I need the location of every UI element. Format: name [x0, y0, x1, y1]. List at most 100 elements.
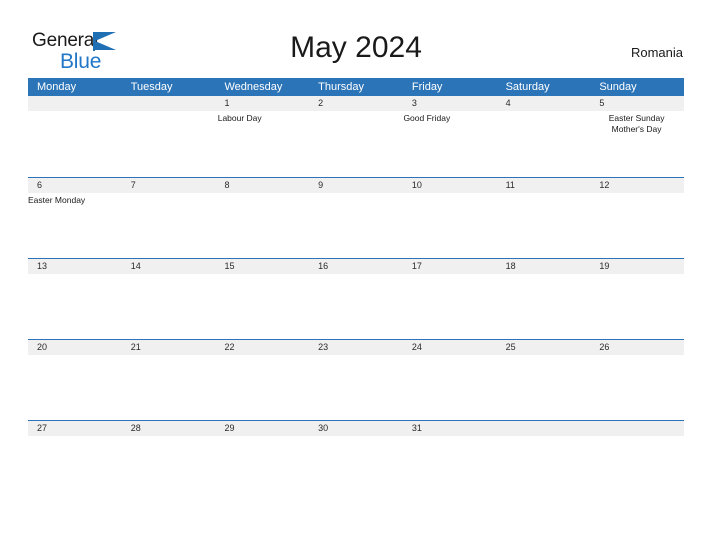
- day-number-20[interactable]: 20: [28, 340, 122, 355]
- day-number-10[interactable]: 10: [403, 178, 497, 193]
- day-number-2[interactable]: 2: [309, 96, 403, 111]
- day-events-25: [497, 355, 591, 419]
- calendar-week-row: 20 21 22 23 24 25 26: [28, 339, 684, 420]
- day-events-6: Easter Monday: [28, 193, 118, 257]
- day-number-23[interactable]: 23: [309, 340, 403, 355]
- day-events-9: [307, 193, 401, 257]
- day-events-27: [28, 436, 122, 500]
- day-events-28: [122, 436, 216, 500]
- day-number-24[interactable]: 24: [403, 340, 497, 355]
- day-events-3: Good Friday: [403, 111, 494, 175]
- day-number-12[interactable]: 12: [590, 178, 684, 193]
- day-number-9[interactable]: 9: [309, 178, 403, 193]
- weekday-header-saturday: Saturday: [505, 81, 550, 93]
- calendar-week-row: 1 2 3 4 5 Labour Day Good Friday Easter Sunday M…: [28, 96, 684, 177]
- month-calendar: Monday Tuesday Wednesday Thursday Friday Satu…: [28, 78, 684, 501]
- day-number-15[interactable]: 15: [215, 259, 309, 274]
- day-number-31[interactable]: 31: [403, 421, 497, 436]
- day-number-16[interactable]: 16: [309, 259, 403, 274]
- day-number-5[interactable]: 5: [590, 96, 684, 111]
- day-events-4: [494, 111, 589, 175]
- calendar-week-row: 6 7 8 9 10 11 12 Easter Monday: [28, 177, 684, 258]
- day-events-7: [118, 193, 212, 257]
- day-events-19: [590, 274, 684, 338]
- weekday-header-row: Monday Tuesday Wednesday Thursday Friday Satu…: [28, 78, 684, 96]
- day-events-5: Easter Sunday Mother's Day: [589, 111, 684, 175]
- day-events-26: [590, 355, 684, 419]
- day-events-23: [309, 355, 403, 419]
- page-header: General Blue May 2024 Romania: [0, 0, 712, 78]
- day-number-21[interactable]: 21: [122, 340, 216, 355]
- day-number-3[interactable]: 3: [403, 96, 497, 111]
- date-number-band: 27 28 29 30 31: [28, 421, 684, 436]
- day-number-19[interactable]: 19: [590, 259, 684, 274]
- day-events-31: [403, 436, 497, 500]
- day-events-empty: [123, 111, 218, 175]
- day-number-30[interactable]: 30: [309, 421, 403, 436]
- day-events-18: [497, 274, 591, 338]
- day-number-26[interactable]: 26: [590, 340, 684, 355]
- day-number-13[interactable]: 13: [28, 259, 122, 274]
- date-number-band: 12345: [28, 96, 684, 111]
- day-events-14: [122, 274, 216, 338]
- day-events-29: [215, 436, 309, 500]
- calendar-page: General Blue May 2024 Romania Monday Tues…: [0, 0, 712, 550]
- day-number-29[interactable]: 29: [215, 421, 309, 436]
- day-events-17: [403, 274, 497, 338]
- day-events-24: [403, 355, 497, 419]
- day-events-11: [495, 193, 589, 257]
- date-number-band: 20 21 22 23 24 25 26: [28, 340, 684, 355]
- day-events-12: [590, 193, 684, 257]
- day-events-empty: [590, 436, 684, 500]
- day-number-empty: [28, 96, 122, 111]
- page-title: May 2024: [290, 31, 422, 64]
- day-events-21: [122, 355, 216, 419]
- calendar-week-row: 13 14 15 16 17 18 19: [28, 258, 684, 339]
- day-number-8[interactable]: 8: [215, 178, 309, 193]
- event-band: Easter Monday: [28, 193, 684, 257]
- event-band: [28, 274, 684, 338]
- event-band: Labour Day Good Friday Easter Sunday Mother…: [28, 111, 684, 175]
- day-number-17[interactable]: 17: [403, 259, 497, 274]
- holiday-event[interactable]: Easter Sunday: [593, 113, 680, 124]
- weekday-header-tuesday: Tuesday: [130, 81, 173, 93]
- weekday-header-sunday: Sunday: [599, 81, 637, 93]
- day-events-16: [309, 274, 403, 338]
- day-number-25[interactable]: 25: [497, 340, 591, 355]
- day-number-7[interactable]: 7: [122, 178, 216, 193]
- day-events-15: [215, 274, 309, 338]
- weekday-header-monday: Monday: [37, 81, 77, 93]
- day-events-8: [213, 193, 307, 257]
- day-events-10: [401, 193, 495, 257]
- holiday-event[interactable]: Good Friday: [403, 113, 490, 124]
- day-events-22: [215, 355, 309, 419]
- day-events-30: [309, 436, 403, 500]
- day-number-1[interactable]: 1: [215, 96, 309, 111]
- event-band: [28, 355, 684, 419]
- holiday-event[interactable]: Mother's Day: [593, 124, 680, 135]
- day-events-13: [28, 274, 122, 338]
- day-number-28[interactable]: 28: [122, 421, 216, 436]
- weekday-header-wednesday: Wednesday: [224, 81, 283, 93]
- day-events-empty: [497, 436, 591, 500]
- day-number-11[interactable]: 11: [497, 178, 591, 193]
- day-number-22[interactable]: 22: [215, 340, 309, 355]
- calendar-weeks: 1 2 3 4 5 Labour Day Good Friday Easter Sunday M…: [28, 96, 684, 501]
- calendar-week-row: 27 28 29 30 31: [28, 420, 684, 501]
- holiday-event[interactable]: Labour Day: [218, 113, 305, 124]
- day-events-empty: [28, 111, 123, 175]
- day-number-27[interactable]: 27: [28, 421, 122, 436]
- date-number-band: 13 14 15 16 17 18 19: [28, 259, 684, 274]
- event-band: [28, 436, 684, 500]
- day-number-4[interactable]: 4: [497, 96, 591, 111]
- weekday-header-friday: Friday: [411, 81, 443, 93]
- day-number-empty: [122, 96, 216, 111]
- day-number-14[interactable]: 14: [122, 259, 216, 274]
- day-number-empty: [497, 421, 591, 436]
- day-number-18[interactable]: 18: [497, 259, 591, 274]
- day-number-6[interactable]: 6: [28, 178, 122, 193]
- day-number-empty: [590, 421, 684, 436]
- region-label: Romania: [630, 45, 683, 60]
- holiday-event[interactable]: Easter Monday: [28, 195, 114, 206]
- day-events-2: [309, 111, 404, 175]
